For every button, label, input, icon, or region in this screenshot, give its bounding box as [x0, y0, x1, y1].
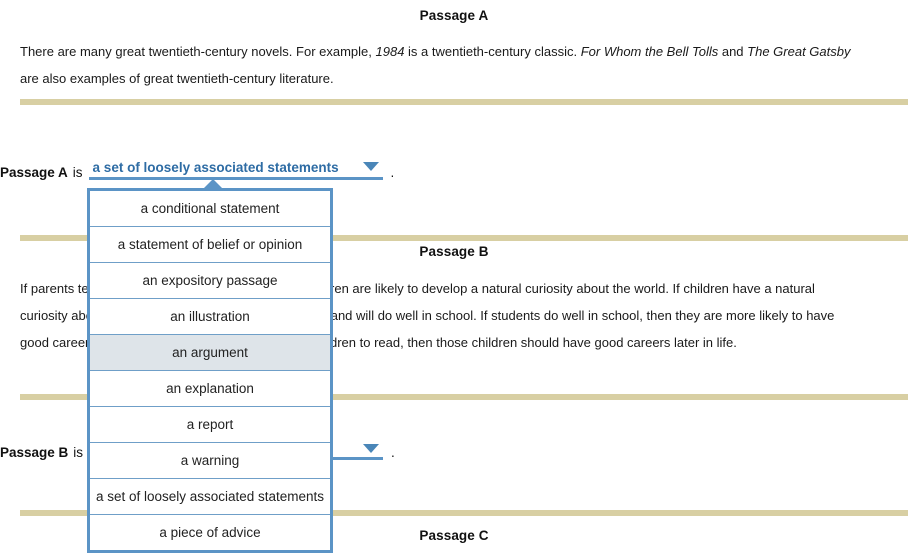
passage-a-dropdown-value: a set of loosely associated statements: [92, 160, 339, 175]
question-b-label: Passage B: [0, 445, 69, 460]
question-passage-a: Passage A is a set of loosely associated…: [0, 160, 394, 180]
passage-text-run: are also examples of great twentieth-cen…: [20, 71, 334, 86]
dropdown-option[interactable]: an argument: [90, 335, 330, 371]
dropdown-option[interactable]: a conditional statement: [90, 191, 330, 227]
question-a-period: .: [390, 165, 395, 180]
question-b-period: .: [391, 445, 395, 460]
question-b-is-word: is: [73, 445, 84, 460]
passage-title-italic: The Great Gatsby: [747, 44, 851, 59]
question-a-is-word: is: [72, 165, 83, 180]
chevron-down-icon: [363, 444, 380, 453]
passage-a-dropdown[interactable]: a set of loosely associated statements: [88, 160, 383, 180]
dropdown-option[interactable]: a set of loosely associated statements: [90, 479, 330, 515]
question-a-label: Passage A: [0, 165, 68, 180]
dropdown-option[interactable]: an illustration: [90, 299, 330, 335]
dropdown-option[interactable]: a report: [90, 407, 330, 443]
passage-a-heading: Passage A: [419, 8, 489, 23]
passage-text-run: and: [718, 44, 748, 59]
passage-a-body-wrap: There are many great twentieth-century n…: [0, 38, 908, 92]
chevron-down-icon: [362, 162, 379, 171]
divider-rule-1: [20, 99, 908, 105]
passage-title-italic: For Whom the Bell Tolls: [580, 44, 719, 59]
dropdown-option[interactable]: an explanation: [90, 371, 330, 407]
passage-text-run: There are many great twentieth-century n…: [20, 44, 376, 59]
dropdown-option[interactable]: a piece of advice: [90, 515, 330, 550]
passage-a-heading-wrap: Passage A: [0, 8, 908, 23]
dropdown-option[interactable]: a statement of belief or opinion: [90, 227, 330, 263]
passage-text-run: is a twentieth-century classic.: [404, 44, 581, 59]
passage-a-dropdown-options[interactable]: a conditional statement a statement of be…: [87, 179, 333, 553]
dropdown-option[interactable]: an expository passage: [90, 263, 330, 299]
passage-title-italic: 1984: [375, 44, 405, 59]
passage-a-body: There are many great twentieth-century n…: [20, 38, 852, 92]
dropdown-option[interactable]: a warning: [90, 443, 330, 479]
dropdown-notch-icon: [201, 179, 225, 191]
